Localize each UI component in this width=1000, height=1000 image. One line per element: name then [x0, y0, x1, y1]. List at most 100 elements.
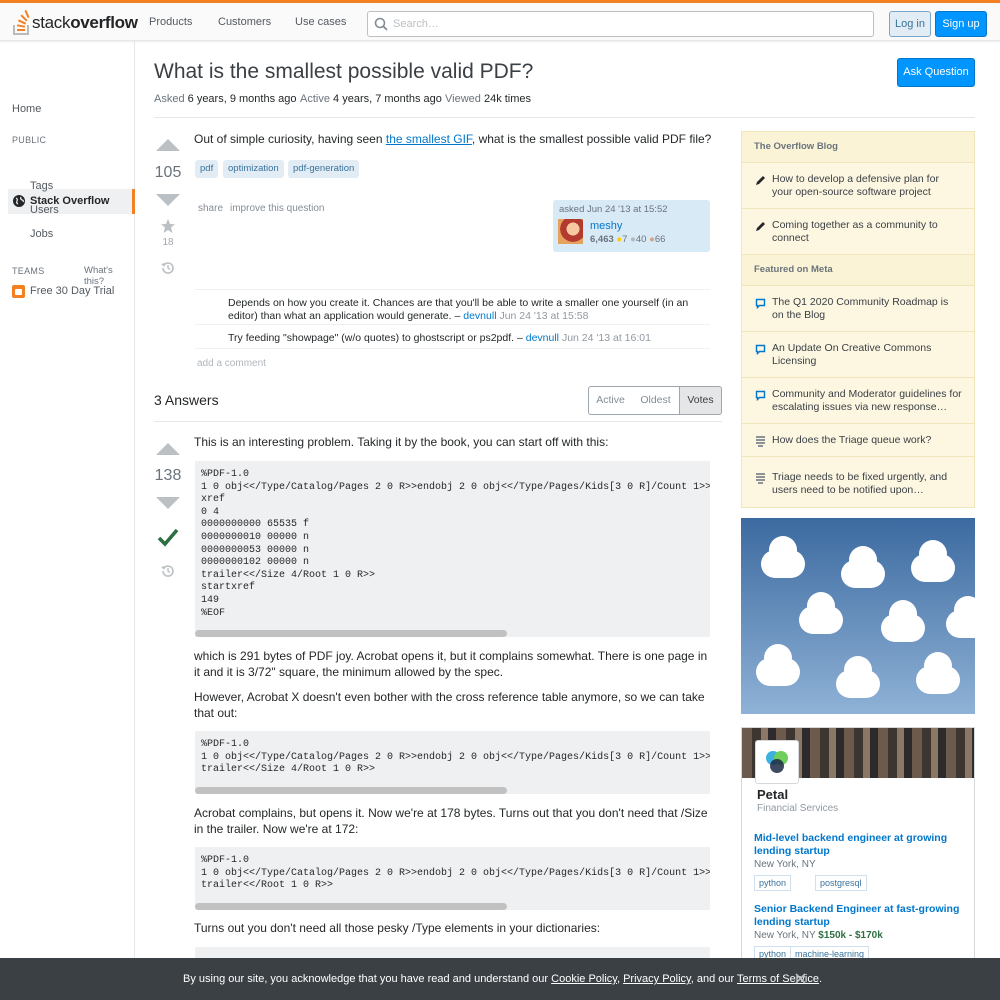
favorite-star-icon[interactable] — [161, 219, 175, 233]
blog-item[interactable]: Coming together as a community to connec… — [742, 209, 974, 255]
job-tag[interactable]: python — [754, 875, 792, 891]
question-body: Out of simple curiosity, having seen the… — [194, 131, 714, 147]
accepted-checkmark-icon — [157, 528, 179, 547]
leftnav-jobs[interactable]: Jobs — [30, 228, 53, 240]
leftnav-tags[interactable]: Tags — [30, 180, 53, 192]
question-text-after: , what is the smallest possible valid PD… — [471, 132, 712, 146]
leftnav-free-trial[interactable]: Free 30 Day Trial — [30, 285, 114, 297]
meta-item[interactable]: An Update On Creative Commons Licensing — [742, 332, 974, 378]
code-scrollbar[interactable] — [195, 630, 507, 637]
ask-question-button[interactable]: Ask Question — [897, 58, 975, 87]
jobs-widget: Petal Financial Services Mid-level backe… — [741, 727, 975, 967]
answer-upvote-button[interactable] — [156, 443, 180, 455]
owner-reputation: 6,463 ●7 ●40 ●66 — [590, 234, 665, 245]
search-box[interactable] — [367, 11, 874, 37]
leftnav-whats-this-link[interactable]: What's this? — [84, 265, 134, 287]
job-title-link[interactable]: Senior Backend Engineer at fast-growing … — [754, 903, 964, 929]
petal-logo-icon — [766, 751, 788, 773]
comment-date[interactable]: Jun 24 '13 at 16:01 — [562, 332, 651, 344]
avatar[interactable] — [558, 219, 583, 244]
overflow-blog-widget: The Overflow Blog How to develop a defen… — [741, 131, 975, 508]
sort-active-tab[interactable]: Active — [588, 386, 633, 415]
question-downvote-button[interactable] — [156, 194, 180, 206]
history-icon[interactable] — [161, 261, 175, 275]
signup-button[interactable]: Sign up — [935, 11, 987, 37]
pencil-icon — [756, 176, 765, 185]
question-text-before: Out of simple curiosity, having seen — [194, 132, 386, 146]
terms-of-service-link[interactable]: Terms of Service — [737, 973, 819, 985]
cloud-shape — [916, 652, 960, 694]
company-logo[interactable] — [755, 740, 799, 784]
sort-oldest-tab[interactable]: Oldest — [632, 386, 680, 415]
question-upvote-button[interactable] — [156, 139, 180, 151]
privacy-policy-link[interactable]: Privacy Policy — [623, 973, 691, 985]
blog-item[interactable]: How to develop a defensive plan for your… — [742, 163, 974, 209]
answer-paragraph: However, Acrobat X doesn't even bother w… — [194, 690, 705, 720]
meta-item[interactable]: How does the Triage queue work? — [742, 424, 974, 457]
leftnav-users[interactable]: Users — [30, 204, 59, 216]
question-title[interactable]: What is the smallest possible valid PDF? — [154, 60, 533, 84]
code-scrollbar[interactable] — [195, 903, 507, 910]
bronze-badge-count: 66 — [654, 234, 666, 245]
meta-item[interactable]: Community and Moderator guidelines for e… — [742, 378, 974, 424]
meta-item[interactable]: The Q1 2020 Community Roadmap is on the … — [742, 286, 974, 332]
login-button[interactable]: Log in — [889, 11, 931, 37]
leftnav-public-heading: PUBLIC — [12, 135, 47, 145]
smallest-gif-link[interactable]: the smallest GIF — [386, 132, 472, 146]
code-scrollbar[interactable] — [195, 787, 507, 794]
meta-viewed: Viewed 24k times — [445, 93, 531, 105]
tag-pdf[interactable]: pdf — [195, 160, 219, 178]
meta-active-value[interactable]: 4 years, 7 months ago — [333, 93, 442, 105]
meta-item-label: Triage needs to be fixed urgently, and u… — [772, 471, 948, 496]
comment: Depends on how you create it. Chances ar… — [195, 289, 710, 325]
cookie-policy-link[interactable]: Cookie Policy — [551, 973, 617, 985]
owner-name-link[interactable]: meshy — [590, 220, 622, 232]
cookie-text-part: . — [818, 973, 823, 985]
cookie-text-part: By using our site, you acknowledge that … — [183, 973, 552, 985]
leftnav-stack-overflow[interactable]: Stack Overflow — [8, 189, 135, 214]
code-block: %PDF-1.0 1 0 obj<</Type/Catalog/Pages 2 … — [195, 847, 710, 910]
comment-user-link[interactable]: devnull — [526, 332, 559, 344]
leftnav-home[interactable]: Home — [12, 103, 41, 115]
cloud-shape — [911, 540, 955, 582]
cookie-text-part: , and our — [690, 973, 738, 985]
meta-item-label: An Update On Creative Commons Licensing — [772, 342, 932, 367]
sidebar-advertisement[interactable] — [741, 518, 975, 714]
stackoverflow-logo[interactable]: stackoverflow — [12, 10, 138, 36]
logo-text-light: stack — [32, 13, 71, 32]
logo-text-bold: overflow — [70, 13, 138, 32]
history-icon[interactable] — [161, 564, 175, 578]
sort-votes-tab[interactable]: Votes — [679, 386, 722, 415]
tag-optimization[interactable]: optimization — [223, 160, 284, 178]
comment-date[interactable]: Jun 24 '13 at 15:58 — [499, 310, 588, 322]
meta-heading: Featured on Meta — [742, 255, 974, 286]
meta-item-label: How does the Triage queue work? — [772, 434, 932, 446]
improve-question-link[interactable]: improve this question — [230, 203, 325, 214]
answer-paragraph: Turns out you don't need all those pesky… — [194, 921, 601, 935]
answer-paragraph: Acrobat complains, but opens it. Now we'… — [194, 806, 708, 836]
answer-downvote-button[interactable] — [156, 497, 180, 509]
search-input[interactable] — [393, 15, 863, 33]
question-vote-count: 105 — [154, 164, 182, 181]
comment-user-link[interactable]: devnull — [463, 310, 496, 322]
tag-pdf-generation[interactable]: pdf-generation — [288, 160, 360, 178]
left-sidebar: Home PUBLIC Stack Overflow Tags Users Jo… — [0, 41, 135, 961]
job-location: New York, NY $150k - $170k — [754, 930, 883, 941]
answers-divider — [154, 421, 722, 422]
close-icon[interactable] — [795, 973, 806, 984]
blog-item-label: How to develop a defensive plan for your… — [772, 173, 939, 198]
nav-use-cases[interactable]: Use cases — [287, 11, 354, 35]
speech-bubble-icon — [755, 298, 766, 309]
job-title-link[interactable]: Mid-level backend engineer at growing le… — [754, 832, 964, 858]
code-block: %PDF-1.0 1 0 obj<</Type/Catalog/Pages 2 … — [195, 461, 710, 637]
add-comment-link[interactable]: add a comment — [197, 358, 266, 369]
share-link[interactable]: share — [198, 203, 223, 214]
speech-bubble-icon — [755, 344, 766, 355]
meta-item[interactable]: Triage needs to be fixed urgently, and u… — [742, 457, 974, 507]
job-tag[interactable]: postgresql — [815, 875, 867, 891]
nav-customers[interactable]: Customers — [210, 11, 279, 35]
code-block: %PDF-1.0 1 0 obj<</Type/Catalog/Pages 2 … — [195, 731, 710, 794]
nav-products[interactable]: Products — [141, 11, 200, 35]
company-name[interactable]: Petal — [757, 787, 788, 802]
blog-item-label: Coming together as a community to connec… — [772, 219, 938, 244]
